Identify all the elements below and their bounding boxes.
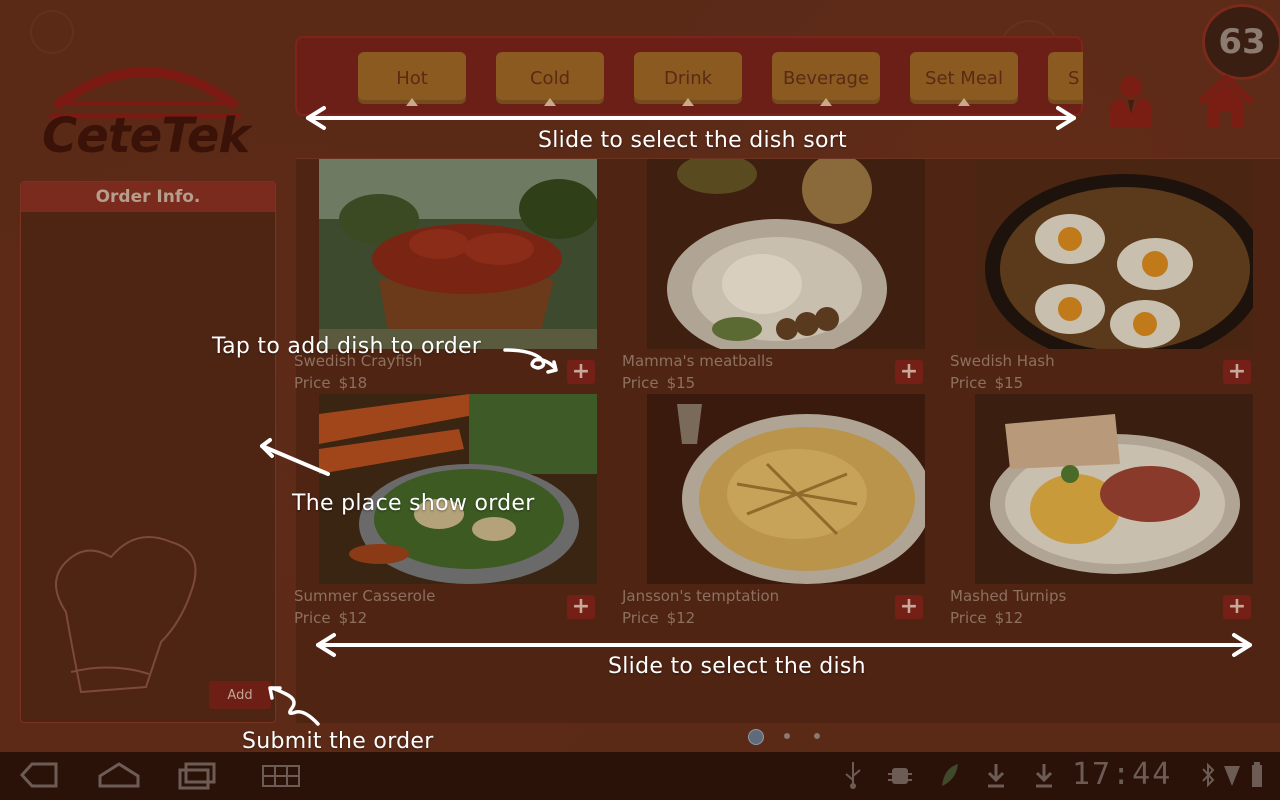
add-dish-button[interactable]: +: [1223, 595, 1251, 619]
gratin-photo-icon: [647, 394, 925, 584]
price-label: Price: [622, 374, 659, 392]
menu-grid-icon[interactable]: [260, 760, 302, 790]
dish-name: Mamma's meatballs: [622, 352, 774, 370]
logo-text: CeteTek: [42, 108, 250, 164]
category-hot[interactable]: Hot: [358, 52, 466, 106]
home-icon[interactable]: [1196, 74, 1256, 130]
dish-price: Price $15: [950, 374, 1023, 392]
waiter-icon[interactable]: [1106, 74, 1156, 128]
annotation-submit: Submit the order: [242, 729, 434, 754]
price-value: $15: [666, 374, 696, 392]
price-value: $18: [338, 374, 368, 392]
category-beverage[interactable]: Beverage: [772, 52, 880, 106]
dish-photo-gratin[interactable]: [647, 394, 925, 584]
category-label: Hot: [396, 67, 428, 89]
leaf-icon: [942, 764, 958, 786]
order-info-title: Order Info.: [21, 182, 275, 212]
table-counter-badge[interactable]: 63: [1202, 4, 1280, 80]
download-icon: [987, 764, 1005, 788]
add-dish-button[interactable]: +: [1223, 360, 1251, 384]
bluetooth-icon: [1202, 762, 1215, 788]
pointer-icon: [406, 98, 418, 106]
category-label: S: [1068, 67, 1080, 89]
annotation-slide-dish: Slide to select the dish: [608, 654, 866, 679]
dish-photo-turnips[interactable]: [975, 394, 1253, 584]
dish-photo-hash[interactable]: [975, 159, 1253, 349]
battery-icon: [1252, 762, 1262, 787]
dish-card[interactable]: Mashed Turnips Price $12 +: [950, 394, 1253, 629]
status-clock: 17:44: [1072, 757, 1173, 792]
dish-card[interactable]: Swedish Hash Price $15 +: [950, 159, 1253, 394]
price-label: Price: [294, 609, 331, 627]
dish-photo-casserole[interactable]: [319, 394, 597, 584]
chef-hat-icon: [55, 536, 197, 694]
recent-apps-icon[interactable]: [176, 760, 218, 790]
crayfish-photo-icon: [319, 159, 597, 349]
category-partial[interactable]: S: [1048, 52, 1083, 104]
page-dot[interactable]: [814, 733, 820, 739]
dish-grid[interactable]: Swedish Crayfish Price $18 + Mamma's mea…: [294, 158, 1280, 723]
home-nav-icon[interactable]: [96, 760, 142, 790]
pointer-icon: [820, 98, 832, 106]
category-cold[interactable]: Cold: [496, 52, 604, 106]
annotation-tap-add: Tap to add dish to order: [212, 334, 482, 359]
price-label: Price: [294, 374, 331, 392]
page-indicator[interactable]: [748, 727, 838, 745]
dish-price: Price $18: [294, 374, 367, 392]
price-value: $15: [994, 374, 1024, 392]
page-dot-active[interactable]: [748, 729, 764, 745]
dish-photo-meatballs[interactable]: [647, 159, 925, 349]
dish-price: Price $15: [622, 374, 695, 392]
add-dish-button[interactable]: +: [895, 595, 923, 619]
dish-name: Summer Casserole: [294, 587, 436, 605]
turnips-photo-icon: [975, 394, 1253, 584]
wifi-icon: [1224, 766, 1240, 786]
dish-name: Mashed Turnips: [950, 587, 1067, 605]
category-label: Drink: [663, 67, 713, 89]
add-order-button[interactable]: Add: [209, 681, 271, 709]
dish-price: Price $12: [950, 609, 1023, 627]
price-value: $12: [994, 609, 1024, 627]
category-set-meal[interactable]: Set Meal: [910, 52, 1018, 106]
price-label: Price: [950, 374, 987, 392]
dish-photo-crayfish[interactable]: [319, 159, 597, 349]
price-label: Price: [622, 609, 659, 627]
pointer-icon: [682, 98, 694, 106]
add-dish-button[interactable]: +: [895, 360, 923, 384]
dish-name: Swedish Hash: [950, 352, 1055, 370]
category-label: Cold: [529, 67, 570, 89]
category-drink[interactable]: Drink: [634, 52, 742, 106]
page-dot[interactable]: [784, 733, 790, 739]
pointer-icon: [958, 98, 970, 106]
dish-card[interactable]: Jansson's temptation Price $12 +: [622, 394, 925, 629]
price-value: $12: [666, 609, 696, 627]
casserole-photo-icon: [319, 394, 597, 584]
hash-photo-icon: [975, 159, 1253, 349]
category-bar[interactable]: Hot Cold Drink Beverage Set Meal S: [295, 36, 1083, 116]
dish-price: Price $12: [294, 609, 367, 627]
background-swirl: [30, 10, 74, 54]
order-info-panel: Order Info. Add: [20, 181, 276, 723]
price-label: Price: [950, 609, 987, 627]
add-dish-button[interactable]: +: [567, 595, 595, 619]
pointer-icon: [544, 98, 556, 106]
price-value: $12: [338, 609, 368, 627]
cetetek-logo: CeteTek: [40, 58, 255, 164]
annotation-order-place: The place show order: [292, 491, 535, 516]
annotation-slide-sort: Slide to select the dish sort: [538, 128, 847, 153]
restaurant-menu-app: CeteTek Hot Cold Drink Beverage Set Meal…: [0, 0, 1280, 752]
dish-name: Jansson's temptation: [622, 587, 780, 605]
meatballs-photo-icon: [647, 159, 925, 349]
back-icon[interactable]: [18, 760, 60, 790]
android-debug-icon: [888, 768, 912, 784]
download-icon: [1035, 764, 1053, 788]
dish-card[interactable]: Mamma's meatballs Price $15 +: [622, 159, 925, 394]
add-dish-button[interactable]: +: [567, 360, 595, 384]
dish-price: Price $12: [622, 609, 695, 627]
category-label: Beverage: [782, 67, 870, 89]
category-label: Set Meal: [925, 67, 1003, 89]
usb-icon: [845, 762, 861, 789]
